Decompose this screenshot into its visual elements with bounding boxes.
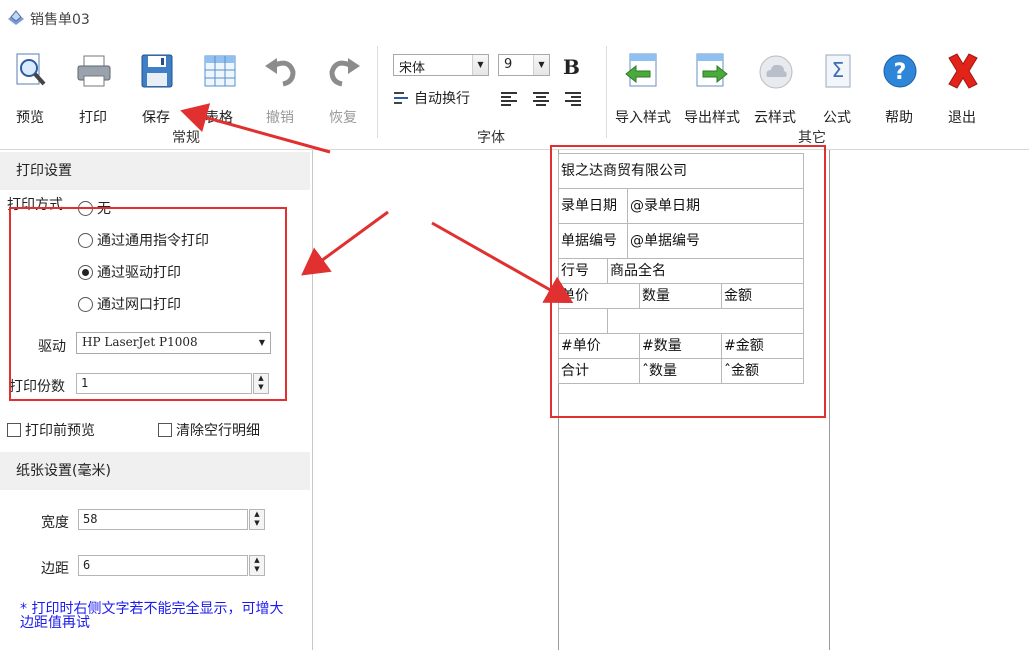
floppy-disk-icon xyxy=(141,54,173,88)
checkbox-box xyxy=(7,423,21,437)
align-center-icon[interactable] xyxy=(532,91,550,107)
align-left-icon[interactable] xyxy=(500,91,518,107)
export-style-icon xyxy=(696,53,728,87)
annotation-highlight-box xyxy=(9,207,287,401)
title-bar: 销售单03 xyxy=(0,0,1029,38)
wrap-text-icon xyxy=(394,92,408,104)
ribbon-separator xyxy=(377,46,378,138)
ribbon-separator xyxy=(606,46,607,138)
width-input[interactable]: 58 xyxy=(78,509,248,530)
sigma-formula-icon: Σ xyxy=(825,54,851,88)
font-group-label: 字体 xyxy=(477,130,505,146)
print-settings-header: 打印设置 xyxy=(0,152,310,190)
general-group-label: 常规 xyxy=(172,130,200,146)
undo-label: 撤销 xyxy=(266,110,294,126)
cloud-style-label: 云样式 xyxy=(754,110,796,126)
checkbox-label: 清除空行明细 xyxy=(176,423,260,439)
clear-empty-rows-checkbox[interactable]: 清除空行明细 xyxy=(158,420,260,440)
font-name-value: 宋体 xyxy=(399,61,426,76)
window-title: 销售单03 xyxy=(30,12,90,28)
margin-hint-note: * 打印时右侧文字若不能完全显示，可增大边距值再试 xyxy=(20,601,284,631)
print-button[interactable]: 打印 xyxy=(64,50,122,126)
help-button[interactable]: ? 帮助 xyxy=(870,50,928,126)
save-button[interactable]: 保存 xyxy=(127,50,185,126)
align-right-icon[interactable] xyxy=(564,91,582,107)
chevron-down-icon: ▼ xyxy=(533,55,549,75)
auto-wrap-button[interactable]: 自动换行 xyxy=(393,88,470,108)
bold-button[interactable]: B xyxy=(563,55,580,79)
width-spinner[interactable]: ▲ ▼ xyxy=(249,509,265,530)
font-size-select[interactable]: 9 ▼ xyxy=(498,54,550,76)
import-style-icon xyxy=(625,53,657,87)
import-style-label: 导入样式 xyxy=(615,110,671,126)
redo-label: 恢复 xyxy=(329,110,357,126)
printer-icon xyxy=(77,55,111,87)
export-style-label: 导出样式 xyxy=(684,110,740,126)
paper-settings-header: 纸张设置(毫米) xyxy=(0,452,310,490)
chevron-down-icon: ▼ xyxy=(472,55,488,75)
undo-button[interactable]: 撤销 xyxy=(251,50,309,126)
checkbox-box xyxy=(158,423,172,437)
import-style-button[interactable]: 导入样式 xyxy=(612,50,674,126)
table-label: 表格 xyxy=(205,110,233,126)
help-label: 帮助 xyxy=(885,110,913,126)
print-label: 打印 xyxy=(79,110,107,126)
width-label: 宽度 xyxy=(41,515,69,531)
font-name-select[interactable]: 宋体 ▼ xyxy=(393,54,489,76)
auto-wrap-label: 自动换行 xyxy=(414,91,470,107)
help-question-icon: ? xyxy=(883,54,917,88)
magnifier-page-icon xyxy=(16,53,46,86)
margin-label: 边距 xyxy=(41,561,69,577)
preview-button[interactable]: 预览 xyxy=(1,50,59,126)
exit-button[interactable]: 退出 xyxy=(933,50,991,126)
redo-button[interactable]: 恢复 xyxy=(314,50,372,126)
margin-input[interactable]: 6 xyxy=(78,555,248,576)
cloud-icon xyxy=(759,55,793,89)
export-style-button[interactable]: 导出样式 xyxy=(681,50,743,126)
undo-arrow-icon xyxy=(265,58,296,87)
preview-before-print-checkbox[interactable]: 打印前预览 xyxy=(7,420,95,440)
ribbon-toolbar: 预览 打印 保存 表格 撤销 恢复 常规 宋体 ▼ 9 ▼ B 自动换行 字体 … xyxy=(0,38,1029,150)
redo-arrow-icon xyxy=(329,58,360,87)
formula-label: 公式 xyxy=(823,110,851,126)
table-grid-icon xyxy=(204,55,236,87)
preview-label: 预览 xyxy=(16,110,44,126)
table-button[interactable]: 表格 xyxy=(190,50,248,126)
red-x-exit-icon xyxy=(948,53,978,89)
annotation-highlight-box xyxy=(550,145,826,418)
exit-label: 退出 xyxy=(948,110,976,126)
formula-button[interactable]: Σ 公式 xyxy=(808,50,866,126)
svg-text:?: ? xyxy=(894,60,907,85)
svg-text:Σ: Σ xyxy=(832,58,845,82)
other-group-label: 其它 xyxy=(798,130,826,146)
save-label: 保存 xyxy=(142,110,170,126)
cloud-style-button[interactable]: 云样式 xyxy=(746,50,804,126)
app-logo-icon xyxy=(8,10,24,25)
font-size-value: 9 xyxy=(504,57,513,72)
margin-spinner[interactable]: ▲ ▼ xyxy=(249,555,265,576)
checkbox-label: 打印前预览 xyxy=(25,423,95,439)
